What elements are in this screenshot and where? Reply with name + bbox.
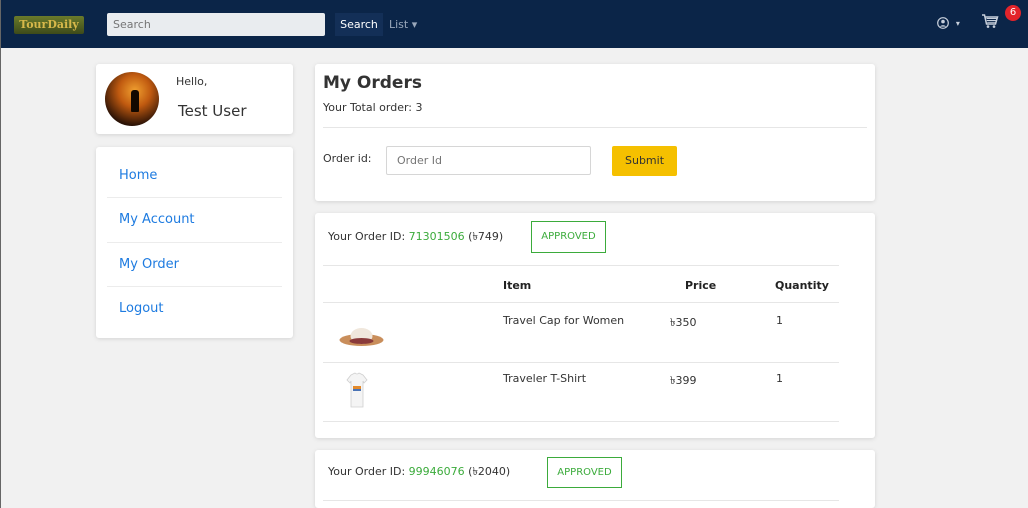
status-badge: APPROVED	[547, 457, 622, 488]
item-price: ৳399	[670, 374, 697, 387]
chevron-down-icon: ▾	[955, 19, 960, 28]
product-thumb-hat[interactable]	[339, 325, 384, 347]
page-title: My Orders	[323, 73, 422, 93]
orders-summary-card: My Orders Your Total order: 3 Order id: …	[315, 64, 875, 201]
item-quantity: 1	[776, 372, 783, 385]
account-menu: Home My Account My Order Logout	[96, 147, 293, 338]
avatar-figure	[131, 90, 139, 112]
user-name: Test User	[178, 102, 247, 120]
divider	[323, 127, 867, 128]
col-header-item: Item	[503, 279, 532, 292]
item-price: ৳350	[670, 316, 697, 329]
site-logo[interactable]: TourDaily	[14, 16, 84, 34]
item-quantity: 1	[776, 314, 783, 327]
greeting-text: Hello,	[176, 75, 208, 88]
item-name[interactable]: Travel Cap for Women	[503, 314, 624, 327]
menu-divider	[107, 242, 282, 243]
order-id-label: Order id:	[323, 152, 372, 165]
avatar	[105, 72, 159, 126]
top-navbar: TourDaily Search List ▾ ▾ 6	[1, 0, 1028, 48]
order-id-line: Your Order ID: 71301506 (৳749)	[328, 228, 503, 247]
cart-button[interactable]	[981, 13, 999, 33]
menu-item-my-order[interactable]: My Order	[107, 255, 282, 299]
user-circle-icon	[937, 16, 949, 29]
order-amount: (৳749)	[468, 230, 504, 243]
menu-item-logout[interactable]: Logout	[107, 299, 282, 343]
profile-card: Hello, Test User	[96, 64, 293, 134]
order-card: Your Order ID: 71301506 (৳749) APPROVED …	[315, 213, 875, 438]
order-id-input[interactable]	[386, 146, 591, 175]
search-button[interactable]: Search	[335, 13, 383, 36]
menu-item-home[interactable]: Home	[107, 166, 282, 210]
col-header-price: Price	[685, 279, 717, 292]
col-header-quantity: Quantity	[775, 279, 829, 292]
status-badge: APPROVED	[531, 221, 606, 253]
order-id-number[interactable]: 99946076	[409, 465, 465, 478]
user-menu[interactable]: ▾	[937, 15, 960, 29]
order-id-number[interactable]: 71301506	[409, 230, 465, 243]
menu-divider	[107, 286, 282, 287]
order-id-line: Your Order ID: 99946076 (৳2040)	[328, 463, 510, 482]
order-card: Your Order ID: 99946076 (৳2040) APPROVED	[315, 450, 875, 508]
divider	[323, 500, 839, 501]
item-name[interactable]: Traveler T-Shirt	[503, 372, 586, 385]
menu-divider	[107, 197, 282, 198]
list-dropdown[interactable]: List ▾	[389, 13, 417, 36]
order-amount: (৳2040)	[468, 465, 511, 478]
table-row-divider	[323, 362, 839, 363]
submit-button[interactable]: Submit	[612, 146, 677, 176]
divider	[323, 265, 839, 266]
search-input[interactable]	[107, 13, 325, 36]
total-orders-text: Your Total order: 3	[323, 101, 423, 114]
product-thumb-tshirt[interactable]	[346, 371, 368, 409]
table-row-divider	[323, 421, 839, 422]
table-row-divider	[323, 302, 839, 303]
order-id-label: Your Order ID:	[328, 465, 406, 478]
menu-item-my-account[interactable]: My Account	[107, 210, 282, 254]
order-id-label: Your Order ID:	[328, 230, 406, 243]
cart-icon	[982, 14, 999, 28]
cart-count-badge: 6	[1005, 5, 1021, 21]
